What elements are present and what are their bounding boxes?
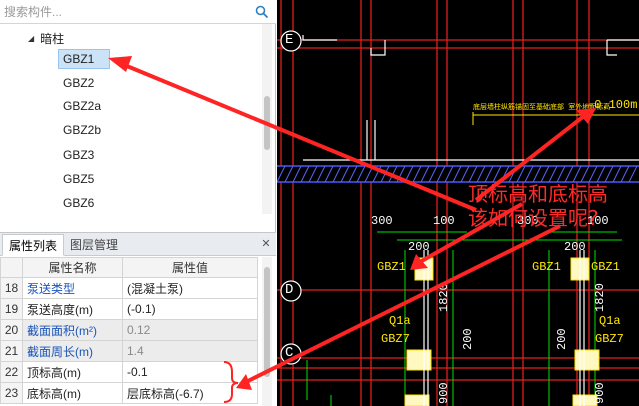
tree-node-label: 暗柱: [40, 31, 65, 46]
property-panel: 属性列表 图层管理 ✕ 属性名称 属性值 18 泵送类型 (混凝土泵) 19 泵…: [0, 232, 276, 406]
tree-item-gbz2[interactable]: GBZ2: [58, 73, 110, 93]
property-tabs: 属性列表 图层管理 ✕: [0, 233, 276, 256]
row-name: 截面面积(m²): [22, 319, 123, 341]
row-number: 19: [0, 298, 23, 320]
header-value: 属性值: [122, 257, 258, 278]
tab-properties[interactable]: 属性列表: [2, 234, 65, 256]
table-row[interactable]: 20 截面面积(m²) 0.12: [0, 319, 258, 341]
tree-item-gbz3[interactable]: GBZ3: [58, 145, 110, 165]
table-row[interactable]: 23 底标高(m) 层底标高(-6.7): [0, 382, 258, 404]
row-name: 底标高(m): [22, 382, 123, 404]
scrollbar-thumb[interactable]: [264, 267, 270, 377]
tree-scrollbar[interactable]: [262, 24, 272, 214]
tree-item-gbz6[interactable]: GBZ6: [58, 193, 110, 213]
dim-label-vertical: 1820: [593, 283, 607, 312]
row-value[interactable]: (-0.1): [122, 298, 258, 320]
annotation-text: 顶标高和底标高 该如何设置呢?: [468, 182, 638, 230]
dim-label-vertical: 900: [593, 382, 607, 404]
tab-layers[interactable]: 图层管理: [64, 234, 124, 256]
row-value[interactable]: -0.1: [122, 361, 258, 383]
tree-item-gbz5[interactable]: GBZ5: [58, 169, 110, 189]
dim-label-vertical: 200: [555, 328, 569, 350]
row-number: 23: [0, 382, 23, 404]
tree-node-hidden-column[interactable]: ◢ 暗柱: [28, 28, 64, 48]
row-value[interactable]: 层底标高(-6.7): [122, 382, 258, 404]
column-label: GBZ1: [591, 260, 620, 274]
scrollbar-thumb[interactable]: [264, 96, 270, 150]
dim-label-vertical: 1820: [437, 283, 451, 312]
header-name: 属性名称: [22, 257, 123, 278]
grid-label-d: D: [285, 282, 294, 298]
column-label: GBZ1: [377, 260, 406, 274]
tree-item-gbz2a[interactable]: GBZ2a: [58, 96, 110, 116]
grid-label-e: E: [285, 32, 294, 48]
annotation-line: 该如何设置呢?: [468, 206, 599, 230]
row-name: 截面周长(m): [22, 340, 123, 362]
dim-label: 200: [408, 240, 430, 254]
row-value: 0.12: [122, 319, 258, 341]
dim-label: 300: [371, 214, 393, 228]
grid-label-c: C: [285, 345, 294, 361]
table-row[interactable]: 22 顶标高(m) -0.1: [0, 361, 258, 383]
component-panel: ◢ 暗柱 GBZ1 GBZ2 GBZ2a GBZ2b GBZ3 GBZ5 GBZ…: [0, 0, 276, 406]
property-scrollbar[interactable]: [262, 257, 272, 406]
table-row[interactable]: 21 截面周长(m) 1.4: [0, 340, 258, 362]
dim-label-vertical: 200: [461, 328, 475, 350]
row-number: 21: [0, 340, 23, 362]
annotation-line: 顶标高和底标高: [468, 182, 608, 206]
row-value: 1.4: [122, 340, 258, 362]
row-number: 20: [0, 319, 23, 341]
header-index: [0, 257, 23, 278]
property-table: 属性名称 属性值 18 泵送类型 (混凝土泵) 19 泵送高度(m) (-0.1…: [0, 257, 258, 404]
row-name: 顶标高(m): [22, 361, 123, 383]
row-number: 18: [0, 277, 23, 299]
column-label: GBZ1: [532, 260, 561, 274]
table-row[interactable]: 18 泵送类型 (混凝土泵): [0, 277, 258, 299]
row-name: 泵送类型: [22, 277, 123, 299]
table-header-row: 属性名称 属性值: [0, 257, 258, 278]
row-value[interactable]: (混凝土泵): [122, 277, 258, 299]
expand-arrow-icon[interactable]: ◢: [28, 34, 34, 43]
column-label: GBZ7: [381, 332, 410, 346]
close-icon[interactable]: ✕: [260, 238, 272, 250]
row-number: 22: [0, 361, 23, 383]
dim-label: 200: [564, 240, 586, 254]
tree-item-gbz1[interactable]: GBZ1: [58, 49, 110, 69]
search-input[interactable]: [2, 2, 250, 21]
wall-label: Q1a: [389, 314, 411, 328]
tree-item-gbz2b[interactable]: GBZ2b: [58, 120, 110, 140]
component-tree: ◢ 暗柱 GBZ1 GBZ2 GBZ2a GBZ2b GBZ3 GBZ5 GBZ…: [0, 24, 276, 216]
elevation-value: -0.100m: [587, 98, 638, 112]
search-bar: [0, 0, 276, 24]
column-label: GBZ7: [595, 332, 624, 346]
dim-label-vertical: 900: [437, 382, 451, 404]
dim-label: 100: [433, 214, 455, 228]
search-icon[interactable]: [254, 4, 270, 20]
row-name: 泵送高度(m): [22, 298, 123, 320]
table-row[interactable]: 19 泵送高度(m) (-0.1): [0, 298, 258, 320]
wall-label: Q1a: [599, 314, 621, 328]
